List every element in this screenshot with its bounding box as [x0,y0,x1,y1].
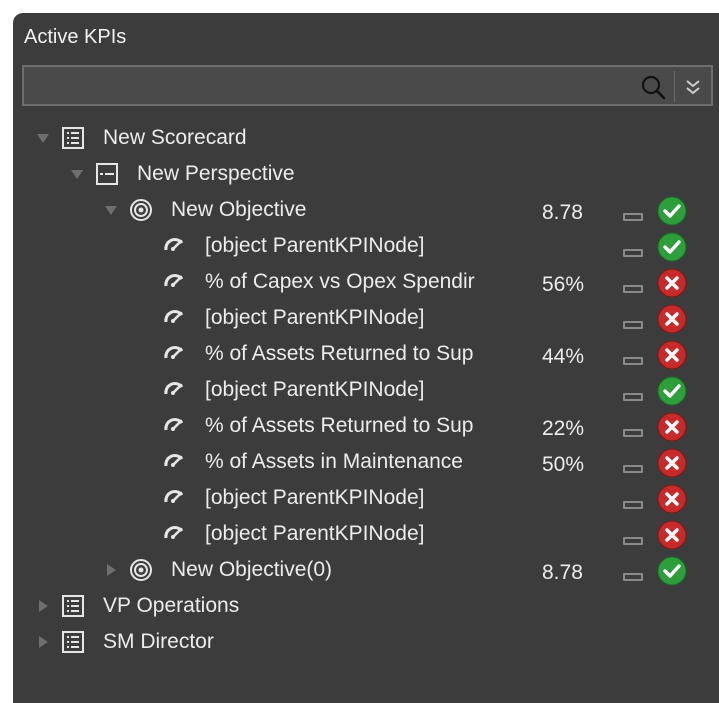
trend-flat-icon [623,568,643,581]
status-bad-icon [657,412,687,442]
tree-node-label: New Scorecard [103,126,247,149]
caret-collapsed-icon[interactable] [103,562,119,578]
kpi-row[interactable]: [object ParentKPINode] [13,517,719,551]
panel-title: Active KPIs [24,26,127,48]
trend-flat-icon [623,352,643,365]
tree-node-scorecard-collapsed[interactable]: SM Director [13,625,719,659]
search-icon[interactable] [639,73,667,101]
tree-node-label: [object ParentKPINode] [205,378,425,401]
gauge-icon [163,234,187,258]
double-chevron-down-icon[interactable] [680,73,706,101]
active-kpis-panel: Active KPIs New Scorecard New Perspective… [13,13,719,703]
kpi-row[interactable]: [object ParentKPINode] [13,301,719,335]
list-icon [61,630,85,654]
tree-node-objective-2[interactable]: New Objective(0) 8.78 [13,553,719,587]
search-bar [22,65,713,106]
list-icon [61,594,85,618]
list-icon [61,126,85,150]
kpi-value: 8.78 [542,561,583,584]
tree-node-label: % of Assets in Maintenance [205,450,463,473]
status-ok-icon [657,232,687,262]
tree-node-label: [object ParentKPINode] [205,486,425,509]
gauge-icon [163,414,187,438]
kpi-row[interactable]: [object ParentKPINode] [13,481,719,515]
tree-node-label: [object ParentKPINode] [205,522,425,545]
trend-flat-icon [623,424,643,437]
trend-flat-icon [623,388,643,401]
gauge-icon [163,450,187,474]
gauge-icon [163,306,187,330]
trend-flat-icon [623,316,643,329]
caret-collapsed-icon[interactable] [35,598,51,614]
tree-node-scorecard-collapsed[interactable]: VP Operations [13,589,719,623]
caret-expanded-icon[interactable] [35,130,51,146]
gauge-icon [163,270,187,294]
status-bad-icon [657,484,687,514]
search-divider [674,71,675,102]
tree-node-label: [object ParentKPINode] [205,234,425,257]
gauge-icon [163,342,187,366]
kpi-value: 56% [542,273,585,296]
tree-node-label: New Perspective [137,162,295,185]
tree-node-label: % of Capex vs Opex Spendir [205,270,475,293]
tree-node-objective[interactable]: New Objective 8.78 [13,193,719,227]
tree-node-label: New Objective [171,198,307,221]
trend-flat-icon [623,532,643,545]
status-bad-icon [657,520,687,550]
kpi-row[interactable]: % of Assets Returned to Sup 22% [13,409,719,443]
tree-node-perspective[interactable]: New Perspective [13,157,719,191]
tree-node-scorecard[interactable]: New Scorecard [13,121,719,155]
kpi-row[interactable]: % of Assets Returned to Sup 44% [13,337,719,371]
status-bad-icon [657,448,687,478]
caret-expanded-icon[interactable] [69,166,85,182]
gauge-icon [163,486,187,510]
status-ok-icon [657,556,687,586]
trend-flat-icon [623,280,643,293]
status-ok-icon [657,196,687,226]
status-bad-icon [657,340,687,370]
kpi-row[interactable]: % of Assets in Maintenance 50% [13,445,719,479]
target-icon [129,558,153,582]
status-bad-icon [657,304,687,334]
gauge-icon [163,522,187,546]
search-input[interactable] [30,72,624,102]
trend-flat-icon [623,208,643,221]
kpi-value: 8.78 [542,201,583,224]
trend-flat-icon [623,496,643,509]
kpi-value: 44% [542,345,585,368]
tree-node-label: SM Director [103,630,214,653]
caret-collapsed-icon[interactable] [35,634,51,650]
kpi-value: 50% [542,453,585,476]
gauge-icon [163,378,187,402]
tree-node-label: % of Assets Returned to Sup [205,342,474,365]
kpi-row[interactable]: % of Capex vs Opex Spendir 56% [13,265,719,299]
status-bad-icon [657,268,687,298]
status-ok-icon [657,376,687,406]
tree-node-label: % of Assets Returned to Sup [205,414,474,437]
perspective-icon [95,162,119,186]
kpi-row[interactable]: [object ParentKPINode] [13,373,719,407]
trend-flat-icon [623,244,643,257]
tree-node-label: [object ParentKPINode] [205,306,425,329]
target-icon [129,198,153,222]
kpi-row[interactable]: [object ParentKPINode] [13,229,719,263]
caret-expanded-icon[interactable] [103,202,119,218]
tree-node-label: New Objective(0) [171,558,333,581]
tree-node-label: VP Operations [103,594,240,617]
trend-flat-icon [623,460,643,473]
kpi-value: 22% [542,417,585,440]
